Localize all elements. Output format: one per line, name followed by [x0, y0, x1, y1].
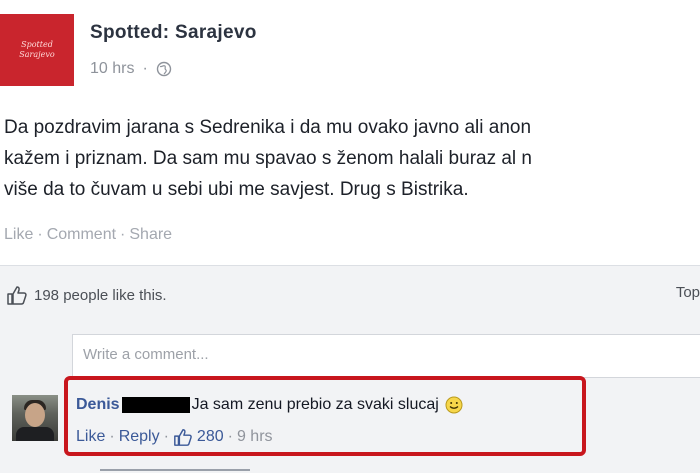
thumbs-up-icon	[7, 286, 27, 305]
commenter-name[interactable]: Denis	[76, 396, 120, 414]
comment-text: Ja sam zenu prebio za svaki slucaj	[191, 396, 439, 413]
action-separator: ·	[109, 428, 115, 445]
post-meta: 10 hrs ·	[90, 60, 172, 78]
post-card: Spotted Sarajevo Spotted: Sarajevo 10 hr…	[0, 0, 700, 265]
avatar[interactable]	[12, 395, 58, 441]
action-separator: ·	[163, 428, 169, 445]
share-link[interactable]: Share	[129, 226, 172, 244]
action-separator: ·	[227, 428, 233, 445]
action-separator: ·	[120, 226, 126, 243]
like-link[interactable]: Like	[4, 226, 33, 244]
comment-time[interactable]: 9 hrs	[237, 428, 273, 446]
smiley-icon	[445, 396, 463, 414]
globe-icon[interactable]	[156, 61, 172, 77]
post-line: više da to čuvam u sebi ubi me savjest. …	[4, 179, 469, 200]
page-name-link[interactable]: Spotted: Sarajevo	[90, 22, 257, 44]
comment-reply-link[interactable]: Reply	[119, 428, 160, 446]
comment-input[interactable]: Write a comment...	[72, 334, 700, 378]
likes-summary[interactable]: 198 people like this.	[6, 284, 167, 306]
avatar-label-1: Spotted	[21, 40, 53, 49]
truncated-content	[100, 463, 280, 473]
post-time[interactable]: 10 hrs	[90, 60, 134, 78]
likes-text[interactable]: 198 people like this.	[34, 287, 167, 304]
action-separator: ·	[37, 226, 43, 243]
comment-composer: Write a comment...	[0, 322, 700, 384]
redaction-bar	[121, 397, 190, 413]
likes-row: 198 people like this. Top	[0, 266, 700, 322]
comment-content: Denis Ja sam zenu prebio za svaki slucaj	[76, 396, 463, 414]
meta-separator: ·	[142, 60, 148, 77]
avatar-face	[25, 403, 45, 427]
comment-actions: Like · Reply · 280 · 9 hrs	[76, 427, 273, 447]
post-actions: Like · Comment · Share	[4, 226, 172, 244]
page-avatar[interactable]: Spotted Sarajevo	[0, 14, 74, 86]
post-line: Da pozdravim jarana s Sedrenika i da mu …	[4, 117, 532, 138]
avatar-label-2: Sarajevo	[19, 50, 55, 59]
post-line: kažem i priznam. Da sam mu spavao s ženo…	[4, 148, 533, 169]
comment-like-link[interactable]: Like	[76, 428, 105, 446]
avatar-shirt	[16, 427, 54, 441]
top-comments-toggle[interactable]: Top	[676, 284, 700, 301]
thumbs-up-icon	[174, 429, 192, 446]
comment-link[interactable]: Comment	[47, 226, 116, 244]
comment-like-count[interactable]: 280	[197, 428, 224, 446]
post-body: Da pozdravim jarana s Sedrenika i da mu …	[4, 112, 700, 205]
